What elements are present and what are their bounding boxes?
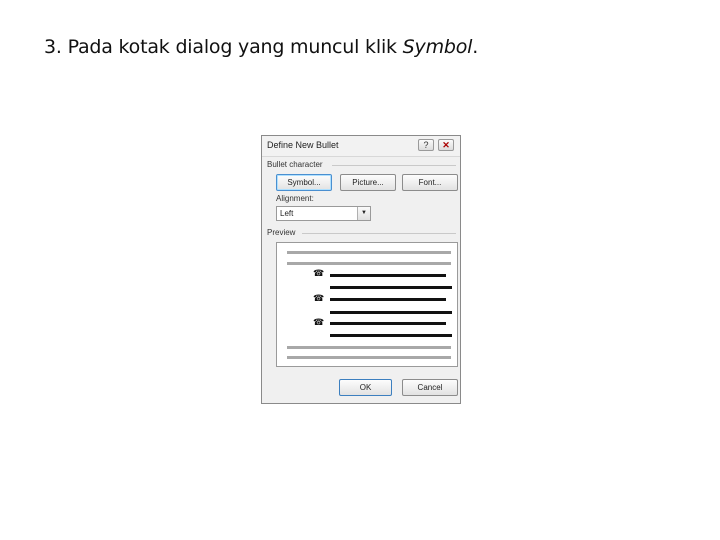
close-icon[interactable]: ✕: [438, 139, 454, 151]
alignment-value: Left: [280, 209, 294, 218]
picture-button[interactable]: Picture...: [340, 174, 396, 191]
font-button[interactable]: Font...: [402, 174, 458, 191]
cancel-button[interactable]: Cancel: [402, 379, 458, 396]
instruction-prefix: 3. Pada kotak dialog yang muncul klik: [44, 36, 403, 58]
preview-gray-line: [287, 356, 451, 359]
preview-black-line: [330, 298, 446, 301]
telephone-icon: ☎: [313, 268, 325, 278]
preview-pane: ☎ ☎ ☎: [276, 242, 458, 367]
preview-gray-line: [287, 346, 451, 349]
telephone-icon: ☎: [313, 317, 325, 327]
preview-black-line: [330, 334, 452, 337]
dialog-titlebar: Define New Bullet ? ✕: [262, 136, 460, 157]
alignment-label: Alignment:: [276, 194, 314, 203]
chevron-down-icon[interactable]: ▼: [357, 207, 370, 220]
preview-gray-line: [287, 262, 451, 265]
define-new-bullet-dialog: Define New Bullet ? ✕ Bullet character S…: [261, 135, 461, 404]
dialog-title: Define New Bullet: [267, 140, 339, 150]
preview-black-line: [330, 286, 452, 289]
alignment-select[interactable]: Left ▼: [276, 206, 371, 221]
preview-black-line: [330, 311, 452, 314]
preview-black-line: [330, 274, 446, 277]
symbol-button[interactable]: Symbol...: [276, 174, 332, 191]
preview-gray-line: [287, 251, 451, 254]
instruction-suffix: .: [472, 36, 479, 58]
question-mark-icon[interactable]: ?: [418, 139, 434, 151]
bullet-character-divider: [332, 165, 456, 166]
preview-black-line: [330, 322, 446, 325]
ok-button[interactable]: OK: [339, 379, 392, 396]
preview-label: Preview: [267, 228, 296, 237]
telephone-icon: ☎: [313, 293, 325, 303]
instruction-text: 3. Pada kotak dialog yang muncul klik Sy…: [44, 36, 478, 58]
instruction-emphasis: Symbol: [402, 36, 473, 58]
bullet-character-label: Bullet character: [267, 160, 323, 169]
preview-divider: [302, 233, 456, 234]
